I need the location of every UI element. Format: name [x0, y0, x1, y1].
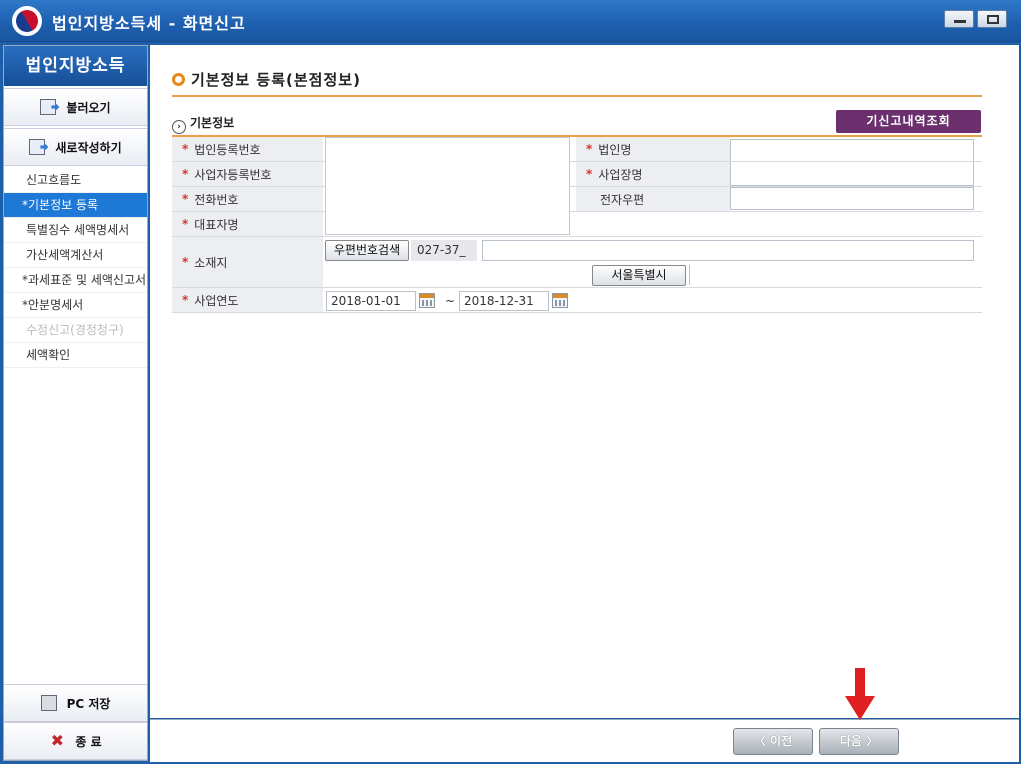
pc-save-button[interactable]: PC 저장	[4, 684, 147, 722]
email-input[interactable]	[730, 187, 974, 210]
form-row-address: * 소재지 우편번호검색 027-37_ 서울특별시	[172, 237, 982, 288]
sidebar-item-penalty-tax[interactable]: 가산세액계산서	[4, 243, 147, 268]
government-logo-icon	[12, 6, 42, 36]
sidebar-item-basic-info[interactable]: *기본정보 등록	[4, 193, 147, 218]
required-marker: *	[586, 142, 593, 156]
phone-label-text: 전화번호	[194, 192, 239, 207]
address-label: * 소재지	[172, 237, 323, 287]
minimize-button[interactable]	[944, 10, 974, 28]
sidebar: 법인지방소득 불러오기 새로작성하기 신고흐름도 *기본정보 등록 특별징수 세…	[3, 45, 148, 761]
biz-name-input[interactable]	[730, 162, 974, 186]
ceo-name-label-text: 대표자명	[194, 217, 239, 232]
sidebar-item-tax-base[interactable]: *과세표준 및 세액신고서	[4, 268, 147, 293]
circle-arrow-icon: ›	[172, 120, 186, 134]
period-separator: ~	[445, 294, 456, 308]
sidebar-item-apportionment[interactable]: *안분명세서	[4, 293, 147, 318]
red-down-arrow-icon	[845, 668, 875, 720]
bottom-nav-bar: 〈 이전 다음 〉	[150, 719, 1019, 762]
address-detail-input[interactable]	[482, 240, 974, 261]
new-button[interactable]: 새로작성하기	[4, 128, 147, 166]
page-title-text: 기본정보 등록(본점정보)	[191, 71, 361, 89]
sidebar-bottom: PC 저장 ✖ 종 료	[4, 684, 147, 760]
section-title: › 기본정보	[172, 114, 234, 134]
required-marker: *	[182, 142, 189, 156]
phone-label: * 전화번호	[172, 187, 323, 211]
section-title-text: 기본정보	[190, 116, 235, 130]
load-button[interactable]: 불러오기	[4, 88, 147, 126]
corp-reg-no-label-text: 법인등록번호	[194, 142, 261, 157]
new-document-icon	[29, 139, 46, 155]
zip-code-field[interactable]: 027-37_	[411, 240, 477, 261]
email-label: 전자우편	[576, 187, 730, 211]
floppy-disk-icon	[40, 695, 57, 711]
sidebar-header: 법인지방소득	[4, 46, 147, 86]
sidebar-item-amendment: 수정신고(경정청구)	[4, 318, 147, 343]
window-title: 법인지방소득세 - 화면신고	[52, 14, 246, 33]
title-bar: 법인지방소득세 - 화면신고	[0, 0, 1021, 42]
maximize-button[interactable]	[977, 10, 1007, 28]
minimize-icon	[954, 20, 966, 23]
exit-label: 종 료	[75, 734, 102, 749]
zip-search-button[interactable]: 우편번호검색	[325, 240, 409, 261]
sidebar-item-tax-check[interactable]: 세액확인	[4, 343, 147, 368]
sidebar-item-flowchart[interactable]: 신고흐름도	[4, 168, 147, 193]
fiscal-year-label-text: 사업연도	[194, 293, 239, 308]
required-marker: *	[182, 293, 189, 307]
history-lookup-button[interactable]: 기신고내역조회	[836, 110, 981, 133]
page-title: 기본정보 등록(본점정보)	[172, 69, 361, 90]
next-button[interactable]: 다음 〉	[819, 728, 899, 755]
period-start-input[interactable]: 2018-01-01	[326, 291, 416, 311]
sidebar-item-withholding[interactable]: 특별징수 세액명세서	[4, 218, 147, 243]
biz-name-label: * 사업장명	[576, 162, 730, 186]
corp-reg-no-label: * 법인등록번호	[172, 137, 323, 161]
address-label-text: 소재지	[194, 255, 228, 270]
form-row-3: * 전화번호 전자우편	[172, 187, 982, 212]
form-row-4: * 대표자명	[172, 212, 982, 237]
biz-reg-no-label: * 사업자등록번호	[172, 162, 323, 186]
corp-name-input[interactable]	[730, 139, 974, 161]
period-end-input[interactable]: 2018-12-31	[459, 291, 549, 311]
orange-bullet-icon	[172, 73, 185, 86]
new-button-label: 새로작성하기	[55, 140, 122, 155]
prev-button[interactable]: 〈 이전	[733, 728, 813, 755]
exit-button[interactable]: ✖ 종 료	[4, 722, 147, 760]
title-divider	[172, 95, 982, 97]
fiscal-year-label: * 사업연도	[172, 288, 323, 312]
biz-reg-no-label-text: 사업자등록번호	[194, 167, 272, 182]
close-x-icon: ✖	[50, 731, 65, 750]
required-marker: *	[182, 192, 189, 206]
form-row-1: * 법인등록번호 * 법인명	[172, 137, 982, 162]
load-button-label: 불러오기	[66, 100, 111, 115]
calendar-icon[interactable]	[419, 293, 435, 308]
city-button[interactable]: 서울특별시	[592, 265, 686, 286]
load-document-icon	[40, 99, 57, 115]
required-marker: *	[182, 167, 189, 181]
form-row-period: * 사업연도 2018-01-01 ~ 2018-12-31	[172, 288, 982, 313]
form-row-2: * 사업자등록번호 * 사업장명	[172, 162, 982, 187]
required-marker: *	[586, 167, 593, 181]
biz-name-label-text: 사업장명	[598, 167, 643, 182]
required-marker: *	[182, 217, 189, 231]
corp-info-input-area[interactable]	[325, 137, 570, 235]
pc-save-label: PC 저장	[66, 696, 111, 711]
calendar-icon[interactable]	[552, 293, 568, 308]
corp-name-label-text: 법인명	[598, 142, 632, 157]
main-panel: 기본정보 등록(본점정보) › 기본정보 기신고내역조회 * 법인등록번호 * 법인명…	[150, 45, 1019, 718]
required-marker: *	[182, 255, 189, 269]
corp-name-label: * 법인명	[576, 137, 730, 161]
maximize-icon	[987, 15, 999, 24]
email-label-text: 전자우편	[600, 192, 645, 207]
ceo-name-label: * 대표자명	[172, 212, 323, 236]
field-separator	[689, 265, 690, 285]
